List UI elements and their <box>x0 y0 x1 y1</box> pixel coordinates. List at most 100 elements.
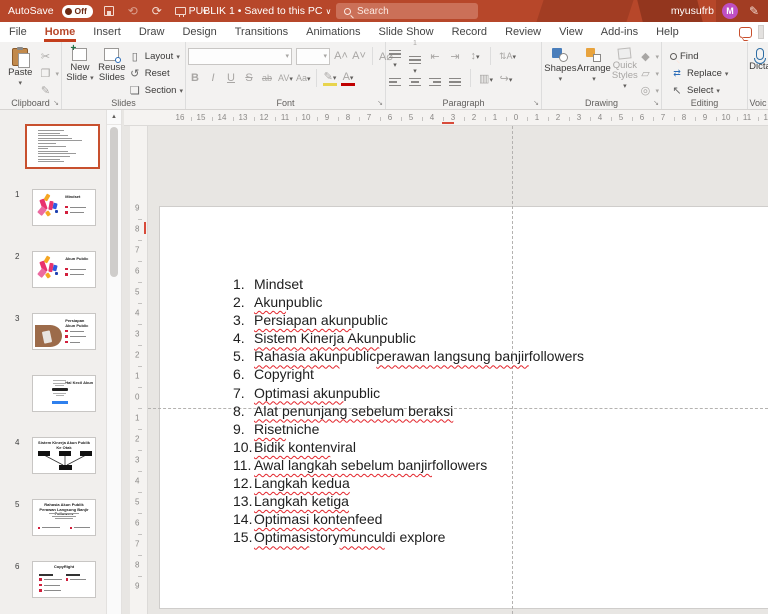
shape-outline-button[interactable]: ▱▾ <box>638 66 659 81</box>
shapes-button[interactable]: Shapes▾ <box>544 45 577 97</box>
text-direction-button[interactable]: ⇅A▾ <box>499 51 513 62</box>
list-item[interactable]: 8.Alat penunjang sebelum beraksi <box>233 403 584 421</box>
list-item[interactable]: 13.Langkah ketiga <box>233 493 584 511</box>
list-item[interactable]: 1.Mindset <box>233 276 584 294</box>
reset-button[interactable]: ↺Reset <box>128 66 183 81</box>
format-painter-button[interactable]: ✎ <box>38 83 59 98</box>
thumbnail-row[interactable]: 4Sistem Kinerja Akun Publik Ke Otak <box>0 434 106 496</box>
tab-review[interactable]: Review <box>496 22 550 42</box>
thumbnail-row[interactable]: 1Mindset <box>0 186 106 248</box>
redo-button[interactable]: ⟳ <box>149 3 165 19</box>
select-button[interactable]: ↖Select▾ <box>670 83 728 98</box>
avatar[interactable]: M <box>722 3 738 19</box>
font-name-combobox[interactable]: ▾ <box>188 48 292 65</box>
arrange-button[interactable]: Arrange▾ <box>577 45 612 97</box>
thumbnail-row[interactable]: 3Persiapan Akun Public <box>0 310 106 372</box>
list-item[interactable]: 15.Optimasi story muncul di explore <box>233 529 584 547</box>
cut-button[interactable]: ✂ <box>38 49 59 64</box>
tab-transitions[interactable]: Transitions <box>226 22 297 42</box>
replace-button[interactable]: ⇄Replace▾ <box>670 66 728 81</box>
grow-font-button[interactable]: A˄ <box>334 50 348 62</box>
tab-record[interactable]: Record <box>443 22 496 42</box>
increase-indent-button[interactable]: ⇥ <box>448 50 462 63</box>
slide-thumbnail-5[interactable]: Hal Kecil Akun <box>32 375 96 412</box>
font-color-button[interactable]: A▾ <box>341 71 355 86</box>
reuse-slides-button[interactable]: ReuseSlides <box>96 45 128 97</box>
list-item[interactable]: 2.Akun public <box>233 294 584 312</box>
decrease-indent-button[interactable]: ⇤ <box>428 50 442 63</box>
thumbnail-row[interactable]: 2Akun Public <box>0 248 106 310</box>
tab-animations[interactable]: Animations <box>297 22 369 42</box>
layout-button[interactable]: ▯Layout▾ <box>128 49 183 64</box>
justify-button[interactable] <box>448 70 462 86</box>
strikethrough-button[interactable]: S <box>242 72 256 84</box>
thumbnail-scrollbar[interactable]: ▲ <box>106 110 122 614</box>
undo-button[interactable]: ⟲ <box>125 3 141 19</box>
italic-button[interactable]: I <box>206 72 220 84</box>
list-item[interactable]: 4.Sistem Kinerja Akun public <box>233 330 584 348</box>
align-right-button[interactable] <box>428 70 442 86</box>
tab-design[interactable]: Design <box>173 22 225 42</box>
comments-icon[interactable] <box>739 27 752 38</box>
slide-thumbnail-panel[interactable]: 1Mindset2Akun Public3Persiapan Akun Publ… <box>0 110 106 614</box>
font-size-combobox[interactable]: ▾ <box>296 48 330 65</box>
scrollbar-thumb[interactable] <box>110 127 118 277</box>
underline-button[interactable]: U <box>224 72 238 84</box>
thumbnail-row[interactable]: Hal Kecil Akun <box>0 372 106 434</box>
thumbnail-row[interactable]: 5Rahasia Akun Publik Perawan Langsung Ba… <box>0 496 106 558</box>
list-item[interactable]: 12.Langkah kedua <box>233 475 584 493</box>
tab-draw[interactable]: Draw <box>130 22 174 42</box>
tab-help[interactable]: Help <box>647 22 688 42</box>
align-center-button[interactable] <box>408 70 422 86</box>
dictate-button[interactable]: Dicta <box>750 45 768 97</box>
change-case-button[interactable]: Aa▾ <box>296 73 310 83</box>
find-button[interactable]: Find <box>670 49 728 64</box>
bullets-button[interactable]: ▾ <box>388 42 402 70</box>
slide-body-text[interactable]: 1.Mindset2.Akun public3.Persiapan akun p… <box>233 276 584 547</box>
columns-button[interactable]: ▥▾ <box>479 72 493 85</box>
section-button[interactable]: ❏Section▾ <box>128 83 183 98</box>
tab-home[interactable]: Home <box>36 22 85 42</box>
shrink-font-button[interactable]: A˅ <box>352 50 366 62</box>
smartart-button[interactable]: ↪▾ <box>499 72 513 85</box>
paste-button[interactable]: Paste▾ <box>2 45 38 97</box>
drawing-dialog-launcher[interactable]: ↘ <box>653 99 659 107</box>
thumbnail-row[interactable] <box>0 124 106 186</box>
clipboard-dialog-launcher[interactable]: ↘ <box>53 99 59 107</box>
tab-slide-show[interactable]: Slide Show <box>370 22 443 42</box>
new-slide-button[interactable]: + NewSlide ▾ <box>64 45 96 97</box>
horizontal-ruler[interactable]: 161514131211109876543210123456789101112 <box>124 110 768 126</box>
slide-thumbnail-4[interactable]: Persiapan Akun Public <box>32 313 96 350</box>
document-title[interactable]: PUBLIK 1 • Saved to this PC ∨ <box>180 5 340 17</box>
list-item[interactable]: 3.Persiapan akun public <box>233 312 584 330</box>
list-item[interactable]: 9.Riset niche <box>233 421 584 439</box>
strikethrough-alt-button[interactable]: ab <box>260 73 274 83</box>
slide-thumbnail-3[interactable]: Akun Public <box>32 251 96 288</box>
bold-button[interactable]: B <box>188 72 202 84</box>
tab-add-ins[interactable]: Add-ins <box>592 22 647 42</box>
slide-thumbnail-2[interactable]: Mindset <box>32 189 96 226</box>
slide-thumbnail-7[interactable]: Rahasia Akun Publik Perawan Langsung Ban… <box>32 499 96 536</box>
vertical-ruler[interactable]: 9876543210123456789 <box>130 126 148 614</box>
save-button[interactable] <box>101 3 117 19</box>
shape-effects-button[interactable]: ◎▾ <box>638 83 659 98</box>
list-item[interactable]: 11.Awal langkah sebelum banjir followers <box>233 457 584 475</box>
search-box[interactable]: Search <box>336 3 478 19</box>
tab-insert[interactable]: Insert <box>84 22 130 42</box>
shape-fill-button[interactable]: ◆▾ <box>638 49 659 64</box>
list-item[interactable]: 14.Optimasi konten feed <box>233 511 584 529</box>
align-left-button[interactable] <box>388 70 402 86</box>
tab-file[interactable]: File <box>0 22 36 42</box>
list-item[interactable]: 7.Optimasi akun public <box>233 385 584 403</box>
autosave-toggle[interactable]: Off <box>62 5 93 18</box>
inking-icon[interactable]: ✎ <box>746 3 762 19</box>
slide-thumbnail-1[interactable] <box>25 124 100 169</box>
thumbnail-row[interactable]: 6CopyRight <box>0 558 106 614</box>
scroll-up-icon[interactable]: ▲ <box>107 110 121 125</box>
slide-thumbnail-8[interactable]: CopyRight <box>32 561 96 598</box>
paragraph-dialog-launcher[interactable]: ↘ <box>533 99 539 107</box>
list-item[interactable]: 6.Copyright <box>233 366 584 384</box>
font-dialog-launcher[interactable]: ↘ <box>377 99 383 107</box>
copy-button[interactable]: ❐▾ <box>38 66 59 81</box>
list-item[interactable]: 5.Rahasia akun public perawan langsung b… <box>233 348 584 366</box>
